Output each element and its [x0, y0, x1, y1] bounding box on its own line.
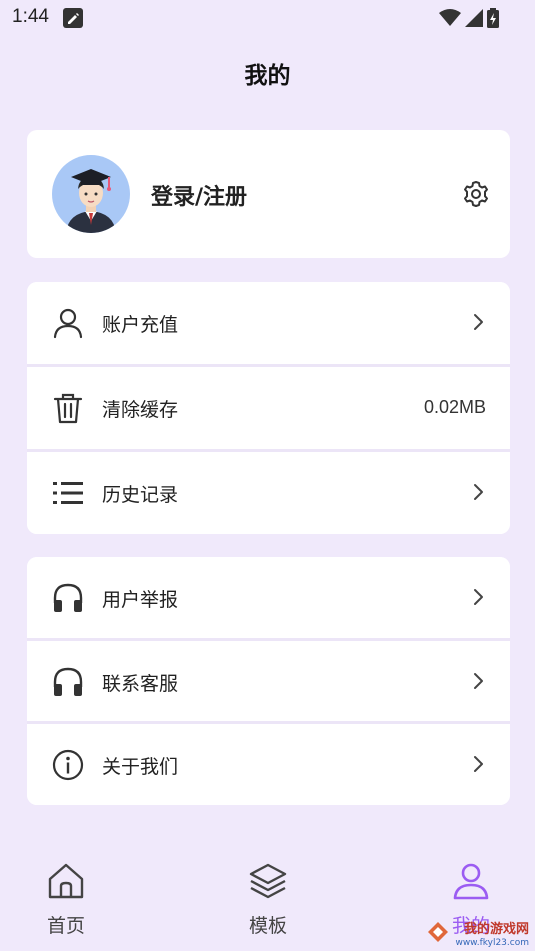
menu-item-label: 用户举报 [102, 589, 179, 611]
battery-icon [487, 8, 499, 28]
status-time: 1:44 [12, 6, 49, 27]
avatar[interactable] [52, 155, 130, 233]
menu-item-label: 联系客服 [102, 673, 179, 695]
chevron-right-icon [474, 756, 483, 772]
menu-item-history[interactable]: 历史记录 [27, 452, 510, 534]
chevron-right-icon [474, 314, 483, 330]
trash-icon [53, 393, 83, 424]
tab-label: 首页 [46, 915, 85, 937]
menu-group-account: 账户充值 清除缓存 0.02MB 历史记录 [27, 282, 510, 534]
chevron-right-icon [474, 484, 483, 500]
watermark-text: 我的游戏网 [463, 922, 529, 937]
watermark-url: www.fkyl23.com [455, 938, 529, 948]
headphones-icon [53, 583, 83, 612]
user-icon [453, 863, 489, 900]
menu-item-label: 账户充值 [102, 314, 179, 336]
menu-item-label: 关于我们 [102, 756, 179, 778]
chevron-right-icon [474, 673, 483, 689]
menu-item-customer-service[interactable]: 联系客服 [27, 641, 510, 723]
tab-label: 模板 [248, 915, 287, 937]
chevron-right-icon [474, 589, 483, 605]
menu-item-about[interactable]: 关于我们 [27, 724, 510, 805]
tab-home[interactable]: 首页 [6, 845, 126, 951]
watermark-logo-icon [428, 922, 448, 942]
menu-item-clear-cache[interactable]: 清除缓存 0.02MB [27, 367, 510, 449]
page-title: 我的 [244, 63, 291, 89]
signal-icon [465, 9, 483, 27]
profile-card[interactable]: 登录/注册 [27, 130, 510, 258]
menu-group-support: 用户举报 联系客服 关于我们 [27, 557, 510, 805]
menu-item-label: 历史记录 [102, 484, 179, 506]
list-icon [53, 482, 83, 504]
menu-item-recharge[interactable]: 账户充值 [27, 282, 510, 364]
home-icon [48, 863, 84, 899]
wifi-icon [439, 9, 461, 26]
headphones-icon [53, 667, 83, 696]
edit-notification-icon [63, 8, 83, 28]
cache-size-value: 0.02MB [423, 397, 486, 417]
user-icon [53, 308, 83, 339]
menu-item-report[interactable]: 用户举报 [27, 557, 510, 639]
status-icons [439, 7, 499, 29]
site-watermark: 我的游戏网 www.fkyl23.com [425, 911, 535, 951]
status-bar: 1:44 [0, 0, 535, 36]
graduate-avatar-icon [66, 169, 116, 233]
tab-templates[interactable]: 模板 [208, 845, 328, 951]
info-icon [52, 749, 84, 781]
gear-icon[interactable] [462, 180, 490, 208]
menu-item-label: 清除缓存 [102, 399, 179, 421]
login-register-link[interactable]: 登录/注册 [151, 179, 247, 211]
layers-icon [249, 863, 287, 899]
